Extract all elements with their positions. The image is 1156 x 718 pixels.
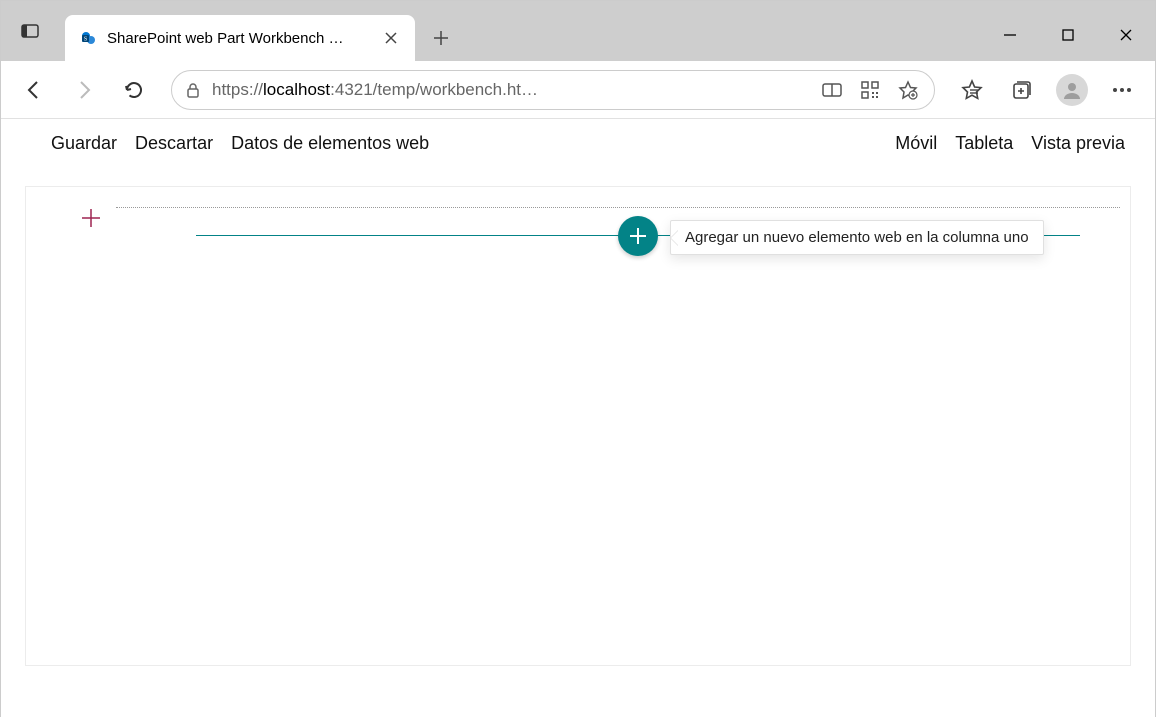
svg-text:S: S bbox=[84, 37, 87, 43]
tab-close-button[interactable] bbox=[381, 28, 401, 48]
profile-button[interactable] bbox=[1051, 69, 1093, 111]
preview-button[interactable]: Vista previa bbox=[1031, 133, 1125, 154]
refresh-button[interactable] bbox=[113, 69, 155, 111]
tooltip-text: Agregar un nuevo elemento web en la colu… bbox=[685, 229, 1029, 246]
add-favorite-icon[interactable] bbox=[894, 80, 922, 100]
window-controls bbox=[981, 15, 1155, 55]
section-divider bbox=[116, 207, 1120, 208]
settings-menu-button[interactable] bbox=[1101, 69, 1143, 111]
tab-title: SharePoint web Part Workbench … bbox=[107, 30, 371, 47]
discard-button[interactable]: Descartar bbox=[135, 133, 213, 154]
site-info-icon[interactable] bbox=[184, 81, 202, 99]
collections-button[interactable] bbox=[1001, 69, 1043, 111]
url-text: https://localhost:4321/temp/workbench.ht… bbox=[212, 80, 808, 100]
url-prefix: https:// bbox=[212, 80, 263, 99]
workbench-command-bar: Guardar Descartar Datos de elementos web… bbox=[1, 119, 1155, 168]
tablet-view-button[interactable]: Tableta bbox=[955, 133, 1013, 154]
browser-toolbar: https://localhost:4321/temp/workbench.ht… bbox=[1, 61, 1155, 119]
add-webpart-button[interactable] bbox=[618, 216, 658, 256]
sharepoint-favicon-icon: S bbox=[79, 29, 97, 47]
browser-tab[interactable]: S SharePoint web Part Workbench … bbox=[65, 15, 415, 61]
tab-actions-icon[interactable] bbox=[13, 15, 47, 49]
save-button[interactable]: Guardar bbox=[51, 133, 117, 154]
back-button[interactable] bbox=[13, 69, 55, 111]
address-bar[interactable]: https://localhost:4321/temp/workbench.ht… bbox=[171, 70, 935, 110]
reader-view-icon[interactable] bbox=[818, 82, 846, 98]
qr-code-icon[interactable] bbox=[856, 81, 884, 99]
favorites-button[interactable] bbox=[951, 69, 993, 111]
add-section-button[interactable] bbox=[80, 207, 102, 229]
mobile-view-button[interactable]: Móvil bbox=[895, 133, 937, 154]
window-minimize-button[interactable] bbox=[981, 15, 1039, 55]
add-webpart-tooltip: Agregar un nuevo elemento web en la colu… bbox=[670, 220, 1044, 255]
window-maximize-button[interactable] bbox=[1039, 15, 1097, 55]
new-tab-button[interactable] bbox=[421, 18, 461, 58]
url-path: :4321/temp/workbench.ht… bbox=[330, 80, 538, 99]
page-content: Guardar Descartar Datos de elementos web… bbox=[1, 119, 1155, 718]
window-close-button[interactable] bbox=[1097, 15, 1155, 55]
workbench-canvas: Agregar un nuevo elemento web en la colu… bbox=[25, 186, 1131, 666]
forward-button[interactable] bbox=[63, 69, 105, 111]
webpart-data-button[interactable]: Datos de elementos web bbox=[231, 133, 429, 154]
browser-tab-strip: S SharePoint web Part Workbench … bbox=[1, 1, 1155, 61]
url-host: localhost bbox=[263, 80, 330, 99]
avatar-icon bbox=[1056, 74, 1088, 106]
webpart-zone: Agregar un nuevo elemento web en la colu… bbox=[196, 235, 1080, 236]
